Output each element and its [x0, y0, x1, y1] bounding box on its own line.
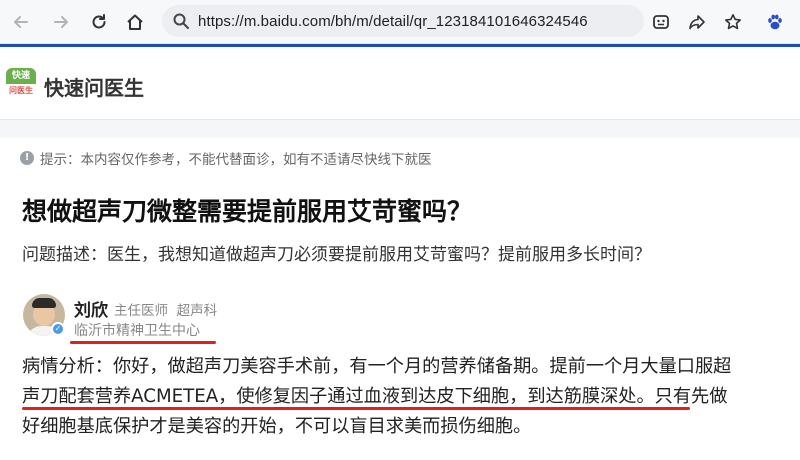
address-bar[interactable]: https://m.baidu.com/bh/m/detail/qr_12318…	[162, 5, 644, 37]
red-underline-annotation	[70, 341, 216, 344]
site-header: 快速 问医生 快速问医生	[0, 50, 800, 120]
site-title[interactable]: 快速问医生	[44, 72, 144, 101]
forward-arrow-icon[interactable]	[48, 9, 74, 35]
url-text[interactable]: https://m.baidu.com/bh/m/detail/qr_12318…	[198, 13, 638, 30]
answer-text: 病情分析：你好，做超声刀美容手术前，有一个月的营养储备期。提前一个月大量口服超 …	[22, 352, 782, 442]
notice-text: 提示：本内容仅作参考，不能代替面诊，如有不适请尽快线下就医	[40, 152, 432, 168]
bookmark-star-icon[interactable]	[720, 9, 746, 35]
question-title: 想做超声刀微整需要提前服用艾苛蜜吗？	[22, 197, 473, 226]
info-icon: !	[20, 151, 34, 165]
logo-bottom-text: 问医生	[9, 86, 33, 95]
home-icon[interactable]	[122, 9, 148, 35]
answer-line: 好细胞基底保护才是美容的开始，不可以盲目求美而损伤细胞。	[22, 416, 532, 437]
answer-line: 病情分析：你好，做超声刀美容手术前，有一个月的营养储备期。提前一个月大量口服超	[22, 356, 732, 377]
doctor-department: 超声科	[176, 303, 218, 319]
baidu-paw-icon[interactable]	[762, 9, 788, 35]
browser-toolbar: https://m.baidu.com/bh/m/detail/qr_12318…	[0, 0, 800, 44]
reload-icon[interactable]	[86, 9, 112, 35]
doctor-meta: 主任医师 超声科	[114, 299, 217, 319]
doctor-title: 主任医师	[114, 303, 168, 319]
doctor-name[interactable]: 刘欣	[74, 296, 108, 321]
share-icon[interactable]	[684, 9, 710, 35]
site-logo[interactable]: 快速 问医生	[6, 68, 36, 98]
red-underline-annotation	[22, 407, 690, 410]
section-divider	[0, 120, 800, 138]
disclaimer-notice: ! 提示：本内容仅作参考，不能代替面诊，如有不适请尽快线下就医	[20, 148, 432, 168]
question-description: 问题描述：医生，我想知道做超声刀必须要提前服用艾苛蜜吗？提前服用多长时间？	[22, 245, 651, 265]
logo-top-text: 快速	[6, 68, 36, 84]
back-arrow-icon[interactable]	[8, 9, 34, 35]
search-icon	[173, 13, 189, 29]
extension-icon[interactable]	[648, 9, 674, 35]
verified-badge-icon: ✓	[51, 322, 65, 336]
tab-accent-bar	[0, 44, 800, 47]
doctor-hospital: 临沂市精神卫生中心	[74, 323, 200, 339]
